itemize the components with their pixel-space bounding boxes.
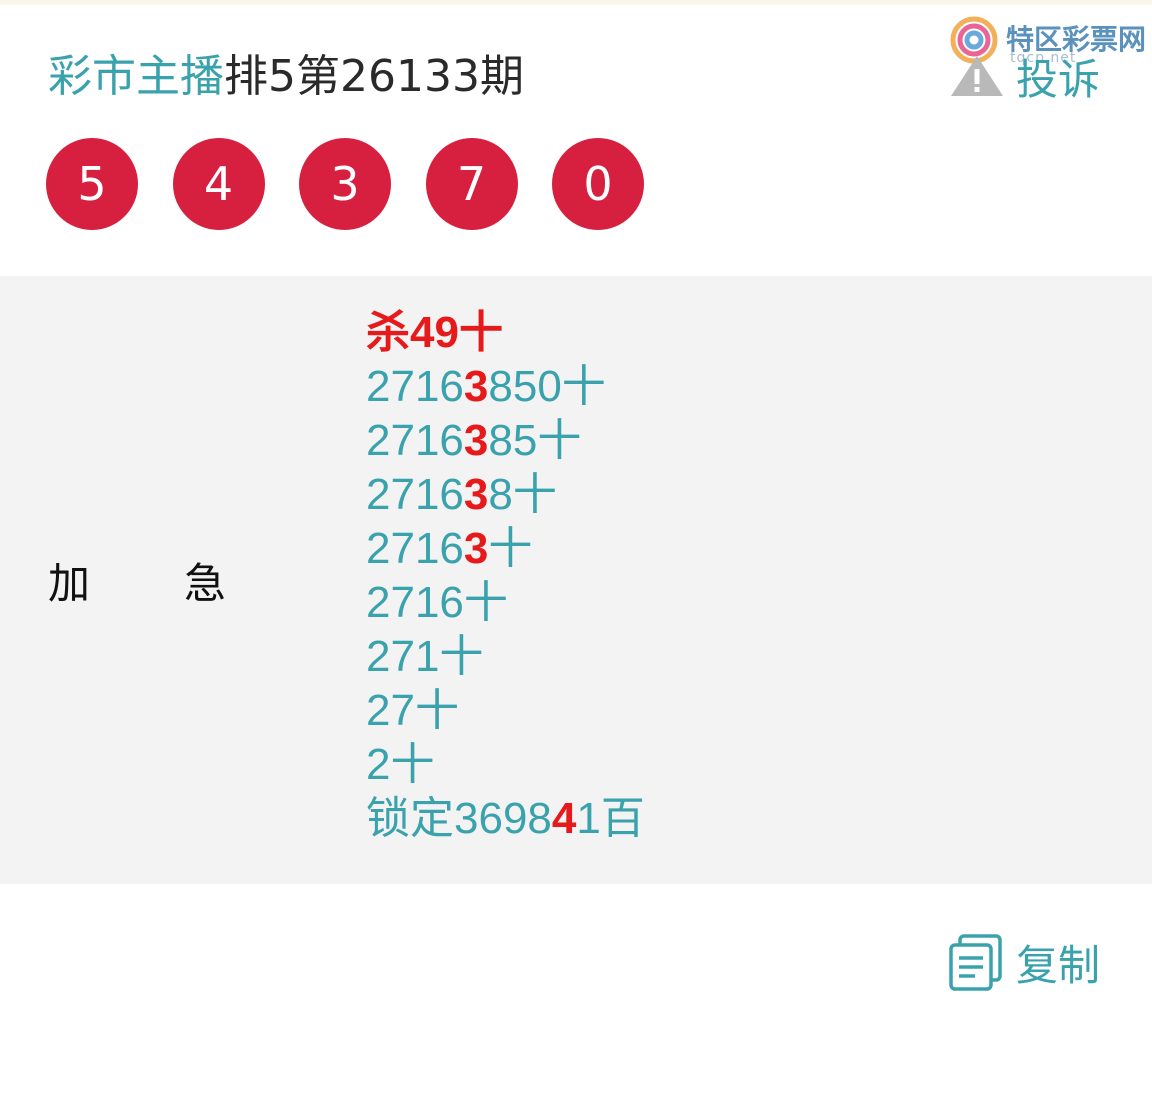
line-text: 2716 bbox=[366, 416, 464, 465]
line-text-after: 85十 bbox=[488, 416, 582, 465]
prediction-line: 27163850十 bbox=[366, 360, 645, 414]
line-text: 27十 bbox=[366, 686, 459, 735]
panel-label: 加 急 bbox=[48, 276, 226, 884]
line-text-after: 1百 bbox=[576, 794, 645, 843]
line-text: 2716 bbox=[366, 524, 464, 573]
author-name[interactable]: 彩市主播 bbox=[48, 40, 224, 104]
warning-icon bbox=[951, 56, 1003, 96]
line-text-after: 850十 bbox=[488, 362, 606, 411]
issue-title: 排5第26133期 bbox=[224, 51, 524, 102]
prediction-line: 锁定369841百 bbox=[366, 792, 645, 846]
line-text: 杀49十 bbox=[366, 308, 503, 357]
post-title: 彩市主播 排5第26133期 bbox=[48, 44, 524, 102]
prediction-line: 271638十 bbox=[366, 468, 645, 522]
line-highlight: 4 bbox=[551, 794, 577, 843]
number-ball: 5 bbox=[46, 138, 138, 230]
draw-number-balls: 5 4 3 7 0 bbox=[46, 138, 679, 230]
line-text: 锁定3698 bbox=[366, 794, 552, 843]
prediction-line: 杀49十 bbox=[366, 306, 645, 360]
prediction-lines: 杀49十 27163850十 2716385十 271638十 27163十 2… bbox=[366, 306, 645, 846]
report-button[interactable]: 投诉 bbox=[948, 52, 1100, 104]
number-ball: 7 bbox=[425, 138, 518, 230]
line-text: 2十 bbox=[366, 740, 435, 789]
label-char-2: 急 bbox=[184, 558, 227, 608]
line-text: 271十 bbox=[366, 632, 484, 681]
prediction-line: 27163十 bbox=[366, 522, 645, 576]
number-ball: 3 bbox=[299, 138, 391, 230]
line-text-after: 8十 bbox=[488, 470, 557, 519]
line-highlight: 3 bbox=[463, 362, 489, 411]
line-text: 2716 bbox=[366, 362, 464, 411]
number-ball: 4 bbox=[172, 138, 265, 230]
copy-button[interactable]: 复制 bbox=[948, 932, 1100, 992]
label-char-1: 加 bbox=[48, 558, 91, 608]
copy-icon bbox=[949, 934, 1002, 991]
line-highlight: 3 bbox=[463, 416, 489, 465]
line-highlight: 3 bbox=[463, 470, 489, 519]
top-strip bbox=[0, 0, 1152, 5]
copy-label: 复制 bbox=[1016, 940, 1101, 990]
prediction-line: 2十 bbox=[366, 738, 645, 792]
line-text: 2716十 bbox=[366, 578, 508, 627]
prediction-panel: 加 急 杀49十 27163850十 2716385十 271638十 2716… bbox=[0, 276, 1152, 884]
prediction-line: 271十 bbox=[366, 630, 645, 684]
prediction-line: 2716385十 bbox=[366, 414, 645, 468]
report-label: 投诉 bbox=[1016, 54, 1101, 104]
prediction-line: 2716十 bbox=[366, 576, 645, 630]
prediction-line: 27十 bbox=[366, 684, 645, 738]
line-text-after: 十 bbox=[488, 524, 533, 573]
number-ball: 0 bbox=[552, 138, 644, 230]
line-highlight: 3 bbox=[463, 524, 489, 573]
line-text: 2716 bbox=[366, 470, 464, 519]
